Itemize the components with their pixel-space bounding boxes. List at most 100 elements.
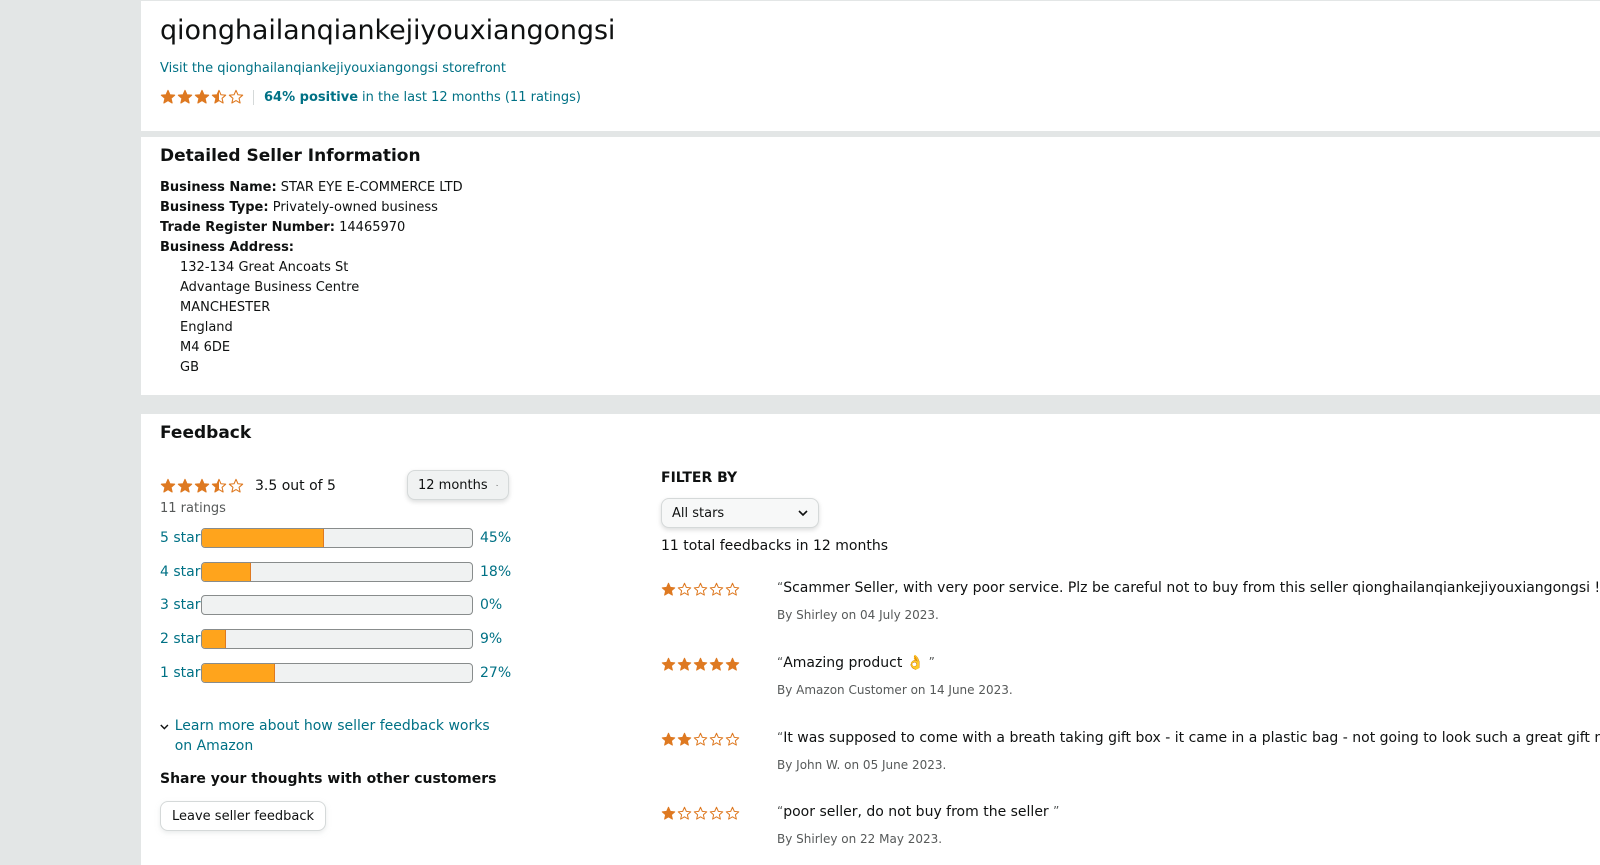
seller-details-panel: Detailed Seller Information Business Nam… [141, 137, 1600, 395]
star-empty-icon [725, 582, 740, 596]
histogram-bar-fill [202, 563, 251, 581]
address-line: MANCHESTER [180, 300, 271, 315]
star-full-icon [709, 657, 724, 671]
star-filter-value: All stars [672, 505, 725, 521]
business-type-value: Privately-owned business [272, 200, 438, 215]
histogram-row[interactable]: 4 star 18% [160, 562, 520, 582]
star-empty-icon [677, 806, 692, 820]
star-full-icon [160, 89, 176, 104]
histogram-bar[interactable] [201, 528, 473, 548]
histogram-percent[interactable]: 18% [480, 564, 520, 580]
review-text-content: poor seller, do not buy from the seller [783, 804, 1054, 820]
feedback-title: Feedback [160, 423, 252, 443]
histogram-star-label[interactable]: 1 star [160, 665, 201, 681]
histogram-bar-fill [202, 630, 227, 648]
chevron-down-icon [798, 509, 808, 516]
share-thoughts-heading: Share your thoughts with other customers [160, 771, 497, 787]
business-name-label: Business Name: [160, 180, 277, 195]
review-text: “poor seller, do not buy from the seller… [777, 804, 1059, 820]
rating-out-of: 3.5 out of 5 [255, 478, 336, 494]
business-type-label: Business Type: [160, 200, 269, 215]
review-stars [661, 732, 741, 747]
learn-more-link[interactable]: Learn more about how seller feedback wor… [175, 716, 490, 756]
address-line: GB [180, 360, 199, 375]
address-line: England [180, 320, 233, 335]
review-author: By Amazon Customer on 14 June 2023. [777, 683, 1013, 697]
quote-close: ” [1053, 804, 1060, 818]
trade-register-value: 14465970 [339, 220, 406, 235]
details-title: Detailed Seller Information [160, 146, 421, 166]
divider [253, 89, 254, 105]
star-empty-icon [228, 478, 244, 493]
address-line: 132-134 Great Ancoats St [180, 260, 349, 275]
star-full-icon [677, 657, 692, 671]
histogram-bar[interactable] [201, 595, 473, 615]
histogram-row[interactable]: 2 star 9% [160, 629, 520, 649]
period-select[interactable]: 12 months [407, 470, 509, 500]
business-type-row: Business Type: Privately-owned business [160, 198, 463, 218]
trade-register-label: Trade Register Number: [160, 220, 335, 235]
histogram-bar[interactable] [201, 663, 473, 683]
histogram-bar-fill [202, 664, 275, 682]
histogram-percent[interactable]: 45% [480, 530, 520, 546]
histogram-star-label[interactable]: 2 star [160, 631, 201, 647]
star-empty-icon [677, 582, 692, 596]
histogram-star-label[interactable]: 3 star [160, 597, 201, 613]
histogram-percent[interactable]: 9% [480, 631, 520, 647]
period-select-value: 12 months [418, 477, 488, 493]
learn-more-expander[interactable]: Learn more about how seller feedback wor… [160, 716, 490, 756]
histogram-star-label[interactable]: 4 star [160, 564, 201, 580]
histogram-bar[interactable] [201, 629, 473, 649]
star-empty-icon [709, 582, 724, 596]
review-text-content: Amazing product 👌 [783, 655, 929, 671]
star-empty-icon [709, 732, 724, 746]
review-text-content: It was supposed to come with a breath ta… [783, 730, 1600, 746]
star-full-icon [661, 732, 676, 746]
seller-name: qionghailanqiankejiyouxiangongsi [160, 15, 616, 46]
star-empty-icon [725, 806, 740, 820]
star-empty-icon [693, 582, 708, 596]
review-author: By Shirley on 22 May 2023. [777, 832, 943, 846]
filter-by-label: FILTER BY [661, 470, 738, 486]
star-full-icon [194, 478, 210, 493]
star-full-icon [693, 657, 708, 671]
star-empty-icon [228, 89, 244, 104]
star-full-icon [160, 478, 176, 493]
histogram-bar[interactable] [201, 562, 473, 582]
feedback-panel: Feedback 3.5 out of 5 11 ratings 12 mont… [141, 414, 1600, 865]
review-text-content: Scammer Seller, with very poor service. … [783, 580, 1600, 596]
star-full-icon [177, 478, 193, 493]
positive-period-link[interactable]: in the last 12 months (11 ratings) [362, 90, 581, 105]
star-half-icon [211, 89, 227, 104]
histogram-row[interactable]: 1 star 27% [160, 663, 520, 683]
review-author: By Shirley on 04 July 2023. [777, 608, 939, 622]
star-half-icon [211, 478, 227, 493]
review-text: “Amazing product 👌 ” [777, 655, 935, 671]
business-name-row: Business Name: STAR EYE E-COMMERCE LTD [160, 178, 463, 198]
feedback-rating-summary: 3.5 out of 5 [160, 478, 336, 494]
star-empty-icon [693, 732, 708, 746]
star-full-icon [661, 657, 676, 671]
histogram-percent[interactable]: 0% [480, 597, 520, 613]
star-full-icon [661, 806, 676, 820]
positive-percent-link[interactable]: 64% positive [264, 90, 358, 105]
total-feedbacks: 11 total feedbacks in 12 months [661, 538, 888, 554]
chevron-down-icon [160, 724, 169, 730]
trade-register-row: Trade Register Number: 14465970 [160, 218, 463, 238]
address-line: Advantage Business Centre [180, 280, 360, 295]
star-full-icon [661, 582, 676, 596]
histogram-percent[interactable]: 27% [480, 665, 520, 681]
seller-info-list: Business Name: STAR EYE E-COMMERCE LTD B… [160, 178, 463, 378]
histogram-row[interactable]: 3 star 0% [160, 595, 520, 615]
seller-rating-summary: 64% positive in the last 12 months (11 r… [160, 89, 581, 105]
histogram-star-label[interactable]: 5 star [160, 530, 201, 546]
review-text: “Scammer Seller, with very poor service.… [777, 580, 1600, 596]
leave-feedback-button[interactable]: Leave seller feedback [160, 801, 326, 831]
histogram-bar-fill [202, 529, 324, 547]
storefront-link[interactable]: Visit the qionghailanqiankejiyouxiangong… [160, 61, 506, 76]
business-name-value: STAR EYE E-COMMERCE LTD [280, 180, 463, 195]
star-empty-icon [709, 806, 724, 820]
star-filter-select[interactable]: All stars [661, 498, 819, 528]
review-stars [661, 806, 741, 821]
histogram-row[interactable]: 5 star 45% [160, 528, 520, 548]
